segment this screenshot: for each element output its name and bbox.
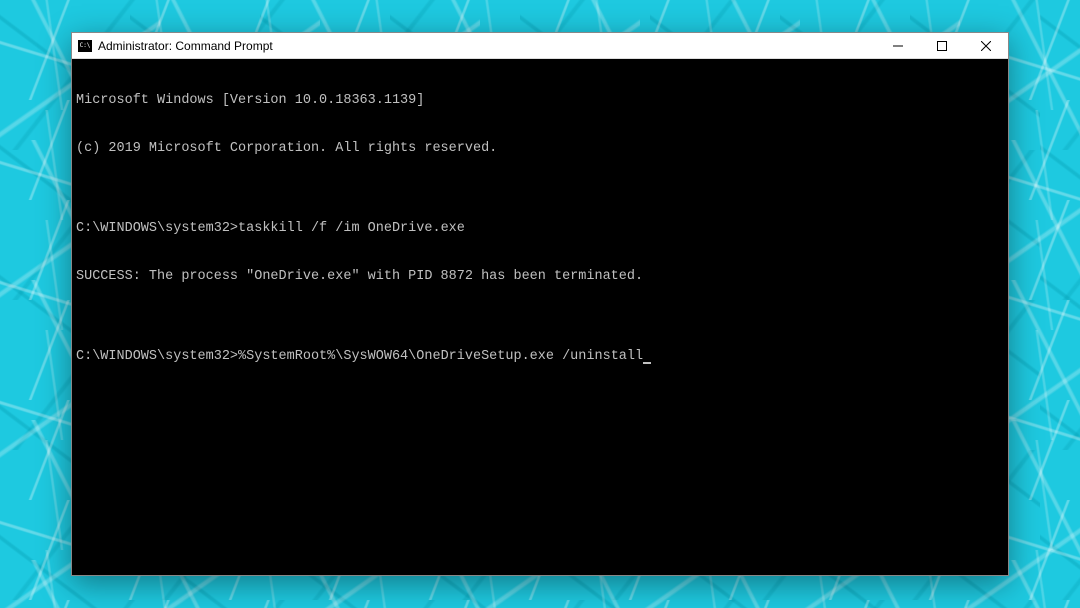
- terminal-command-line: C:\WINDOWS\system32>taskkill /f /im OneD…: [76, 221, 1004, 237]
- minimize-icon: [893, 41, 903, 51]
- prompt: C:\WINDOWS\system32>: [76, 349, 238, 365]
- command-prompt-window: Administrator: Command Prompt Microsoft …: [71, 32, 1009, 576]
- terminal-area[interactable]: Microsoft Windows [Version 10.0.18363.11…: [72, 59, 1008, 575]
- terminal-output: SUCCESS: The process "OneDrive.exe" with…: [76, 269, 1004, 285]
- window-controls: [876, 33, 1008, 58]
- minimize-button[interactable]: [876, 33, 920, 59]
- close-button[interactable]: [964, 33, 1008, 59]
- titlebar[interactable]: Administrator: Command Prompt: [72, 33, 1008, 59]
- cursor: [643, 362, 651, 364]
- command-text: taskkill /f /im OneDrive.exe: [238, 221, 465, 236]
- prompt: C:\WINDOWS\system32>: [76, 221, 238, 236]
- cmd-icon: [78, 40, 92, 52]
- maximize-button[interactable]: [920, 33, 964, 59]
- window-title: Administrator: Command Prompt: [98, 39, 273, 53]
- command-text: %SystemRoot%\SysWOW64\OneDriveSetup.exe …: [238, 349, 643, 365]
- terminal-current-line: C:\WINDOWS\system32>%SystemRoot%\SysWOW6…: [76, 349, 1004, 365]
- maximize-icon: [937, 41, 947, 51]
- close-icon: [981, 41, 991, 51]
- terminal-output: (c) 2019 Microsoft Corporation. All righ…: [76, 141, 1004, 157]
- terminal-output: Microsoft Windows [Version 10.0.18363.11…: [76, 93, 1004, 109]
